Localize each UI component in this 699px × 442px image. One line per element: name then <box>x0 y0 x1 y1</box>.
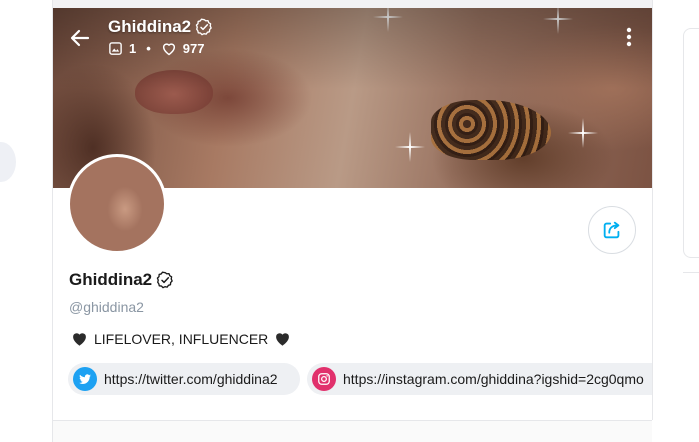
sparkle-decoration <box>568 118 598 148</box>
header-title-block: Ghiddina2 1 • 977 <box>108 17 213 56</box>
profile-bio: LIFELOVER, INFLUENCER <box>71 330 291 347</box>
profile-name: Ghiddina2 <box>69 270 153 289</box>
right-sidebar-card <box>683 28 699 258</box>
arrow-left-icon <box>70 29 90 47</box>
black-heart-icon <box>276 333 290 346</box>
stats-separator: • <box>146 41 151 56</box>
profile-page: Ghiddina2 1 • 977 Ghiddina2 @ghiddina2 L… <box>0 0 699 442</box>
bio-text: LIFELOVER, INFLUENCER <box>94 330 269 347</box>
twitter-link[interactable]: https://twitter.com/ghiddina2 <box>68 363 300 395</box>
black-heart-icon <box>73 333 86 346</box>
media-count: 1 <box>129 41 137 56</box>
header-profile-name: Ghiddina2 <box>108 17 192 36</box>
instagram-camera-icon <box>312 367 336 391</box>
twitter-bird-icon <box>73 367 97 391</box>
likes-count: 977 <box>182 41 205 56</box>
profile-handle: @ghiddina2 <box>69 299 144 315</box>
cover-photo-detail <box>431 100 551 160</box>
verified-badge-icon <box>195 18 212 36</box>
right-divider <box>652 0 653 420</box>
twitter-link-url: https://twitter.com/ghiddina2 <box>104 371 278 387</box>
instagram-link-url: https://instagram.com/ghiddina?igshid=2c… <box>343 371 644 387</box>
more-options-button[interactable] <box>624 26 634 48</box>
next-section-strip <box>53 421 652 442</box>
profile-name-row: Ghiddina2 <box>69 270 174 290</box>
back-button[interactable] <box>68 26 92 50</box>
instagram-link[interactable]: https://instagram.com/ghiddina?igshid=2c… <box>307 363 652 395</box>
cover-header: Ghiddina2 1 • 977 <box>53 8 652 68</box>
share-arrow-icon <box>603 221 620 239</box>
share-button[interactable] <box>588 206 636 254</box>
vertical-dots-icon <box>626 27 632 47</box>
left-side-fragment <box>0 142 16 182</box>
profile-stats: 1 • 977 <box>108 41 213 56</box>
top-strip <box>53 0 652 8</box>
image-icon <box>109 42 122 55</box>
right-sidebar-divider <box>683 272 699 273</box>
heart-outline-icon <box>162 43 175 56</box>
cover-photo-detail <box>135 70 213 114</box>
verified-badge-icon <box>156 271 173 289</box>
avatar[interactable] <box>67 154 167 254</box>
sparkle-decoration <box>395 132 425 162</box>
